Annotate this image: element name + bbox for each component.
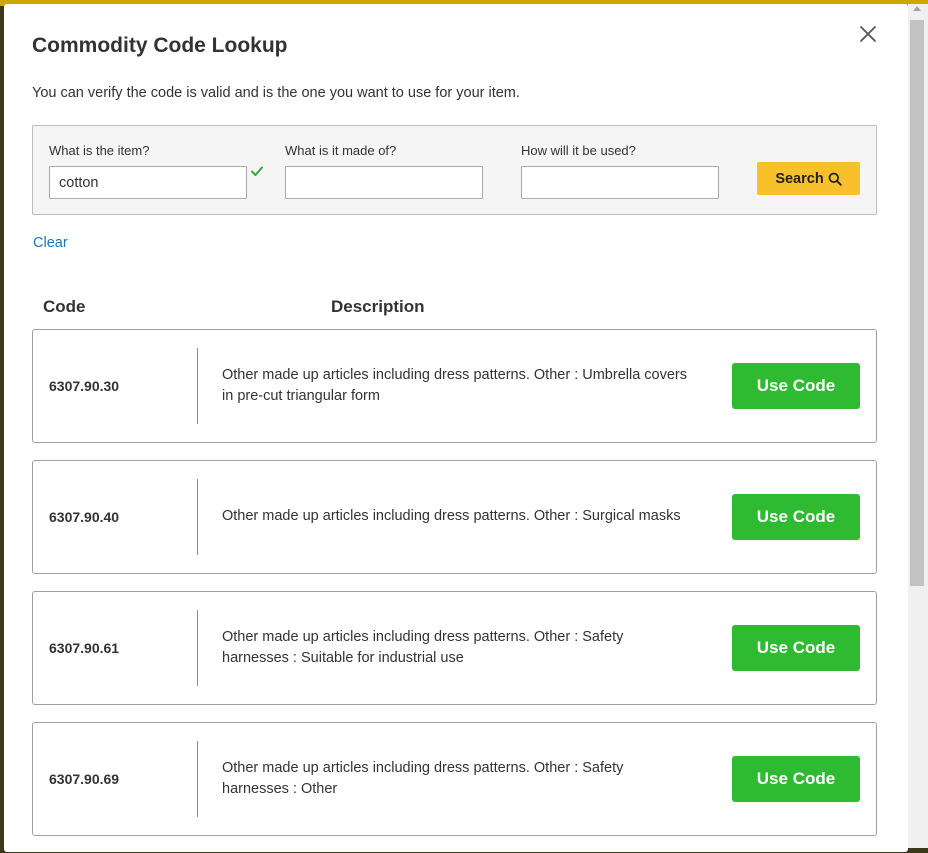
result-row: 6307.90.40 Other made up articles includ… [32,460,877,574]
scrollbar-thumb[interactable] [910,20,924,586]
commodity-code: 6307.90.61 [49,640,120,656]
results-list: 6307.90.30 Other made up articles includ… [32,329,877,853]
commodity-code: 6307.90.30 [49,378,120,394]
clear-link[interactable]: Clear [33,235,68,251]
commodity-description: Other made up articles including dress p… [222,628,624,667]
search-button[interactable]: Search [757,162,860,195]
usage-field-label: How will it be used? [521,143,636,158]
result-row: 6307.90.69 Other made up articles includ… [32,722,877,836]
search-panel: What is the item? What is it made of? Ho… [32,125,877,215]
commodity-description: Other made up articles including dress p… [222,759,624,798]
use-code-button[interactable]: Use Code [732,625,860,671]
item-input[interactable] [49,166,247,199]
material-field-label: What is it made of? [285,143,397,158]
modal-title: Commodity Code Lookup [32,34,288,57]
column-divider [197,741,198,817]
magnifier-icon [828,172,842,186]
check-icon [251,166,263,176]
commodity-description: Other made up articles including dress p… [222,366,688,405]
modal-subtitle: You can verify the code is valid and is … [32,85,520,101]
commodity-code: 6307.90.69 [49,771,120,787]
column-divider [197,610,198,686]
item-field-label: What is the item? [49,143,150,158]
scroll-up-arrow-icon[interactable] [913,6,921,11]
commodity-description: Other made up articles including dress p… [222,508,681,525]
description-column-header: Description [331,297,425,316]
use-code-button[interactable]: Use Code [732,494,860,540]
result-row: 6307.90.30 Other made up articles includ… [32,329,877,443]
commodity-code-modal: Commodity Code Lookup You can verify the… [4,4,908,852]
close-icon[interactable] [856,22,880,46]
use-code-button[interactable]: Use Code [732,363,860,409]
usage-input[interactable] [521,166,719,199]
result-row: 6307.90.61 Other made up articles includ… [32,591,877,705]
code-column-header: Code [43,297,86,316]
column-divider [197,348,198,424]
material-input[interactable] [285,166,483,199]
use-code-button[interactable]: Use Code [732,756,860,802]
search-button-label: Search [775,170,824,187]
commodity-code: 6307.90.40 [49,509,120,525]
column-divider [197,479,198,555]
